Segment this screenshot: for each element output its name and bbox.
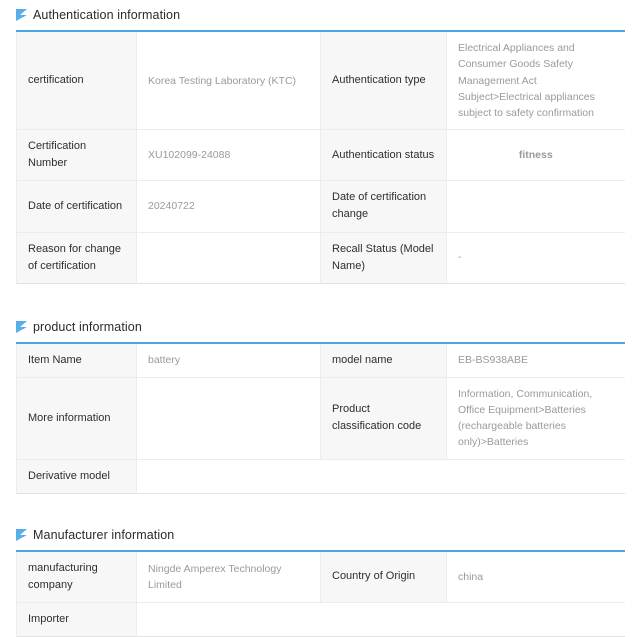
section-header: Authentication information xyxy=(16,0,624,30)
table-row: More information Product classification … xyxy=(16,377,625,460)
row-label-authentication-status: Authentication status xyxy=(320,129,447,182)
row-label-recall-status: Recall Status (Model Name) xyxy=(320,232,447,284)
section-title: product information xyxy=(33,319,142,334)
table-row: Item Name battery model name EB-BS938ABE xyxy=(16,342,625,378)
table-row: manufacturing company Ningde Amperex Tec… xyxy=(16,550,625,603)
row-value-derivative-model xyxy=(136,459,625,494)
section-authentication-information: Authentication information certification… xyxy=(16,0,625,284)
certification-detail-page: Authentication information certification… xyxy=(0,0,640,637)
row-label-certification-number: Certification Number xyxy=(16,129,137,182)
row-value-manufacturing-company: Ningde Amperex Technology Limited xyxy=(136,550,321,603)
blue-flag-icon xyxy=(16,9,27,21)
table-row: Certification Number XU102099-24088 Auth… xyxy=(16,129,625,182)
row-value-recall-status: - xyxy=(446,232,625,284)
manufacturer-information-table: manufacturing company Ningde Amperex Tec… xyxy=(16,549,625,637)
row-value-certification: Korea Testing Laboratory (KTC) xyxy=(136,31,321,131)
table-row: Reason for change of certification Recal… xyxy=(16,232,625,284)
row-label-derivative-model: Derivative model xyxy=(16,459,137,494)
row-value-authentication-type: Electrical Appliances and Consumer Goods… xyxy=(446,31,625,131)
row-value-model-name: EB-BS938ABE xyxy=(446,342,625,378)
product-information-table: Item Name battery model name EB-BS938ABE… xyxy=(16,341,625,494)
row-value-country-of-origin: china xyxy=(446,550,625,603)
row-value-certification-number: XU102099-24088 xyxy=(136,129,321,182)
row-label-manufacturing-company: manufacturing company xyxy=(16,550,137,603)
row-value-importer xyxy=(136,602,625,637)
row-label-country-of-origin: Country of Origin xyxy=(320,550,447,603)
table-row: Importer xyxy=(16,602,625,637)
row-label-more-information: More information xyxy=(16,377,137,460)
blue-flag-icon xyxy=(16,528,27,541)
section-header: product information xyxy=(16,312,624,342)
authentication-information-table: certification Korea Testing Laboratory (… xyxy=(16,30,625,284)
row-label-certification: certification xyxy=(16,31,137,131)
row-value-more-information xyxy=(136,377,321,460)
section-header: Manufacturer information xyxy=(16,520,624,550)
row-value-reason-for-change xyxy=(136,232,321,284)
row-label-importer: Importer xyxy=(16,602,137,637)
row-label-date-of-certification-change: Date of certification change xyxy=(320,180,447,233)
row-label-model-name: model name xyxy=(320,342,447,378)
table-row: Date of certification 20240722 Date of c… xyxy=(16,180,625,233)
blue-flag-icon xyxy=(16,320,27,333)
section-title: Authentication information xyxy=(33,8,181,22)
row-label-item-name: Item Name xyxy=(16,342,137,378)
row-label-date-of-certification: Date of certification xyxy=(16,180,137,233)
row-value-date-of-certification-change xyxy=(446,180,625,233)
section-product-information: product information Item Name battery mo… xyxy=(16,312,625,494)
section-manufacturer-information: Manufacturer information manufacturing c… xyxy=(16,520,625,637)
row-value-date-of-certification: 20240722 xyxy=(136,180,321,233)
row-value-product-classification-code: Information, Communication, Office Equip… xyxy=(446,377,625,460)
status-badge-authentication-status: fitness xyxy=(446,129,625,182)
row-value-item-name: battery xyxy=(136,342,321,378)
row-label-product-classification-code: Product classification code xyxy=(320,377,447,460)
table-row: certification Korea Testing Laboratory (… xyxy=(16,31,625,131)
table-row: Derivative model xyxy=(16,459,625,494)
section-title: Manufacturer information xyxy=(33,527,175,542)
row-label-authentication-type: Authentication type xyxy=(320,31,447,131)
row-label-reason-for-change: Reason for change of certification xyxy=(16,232,137,284)
